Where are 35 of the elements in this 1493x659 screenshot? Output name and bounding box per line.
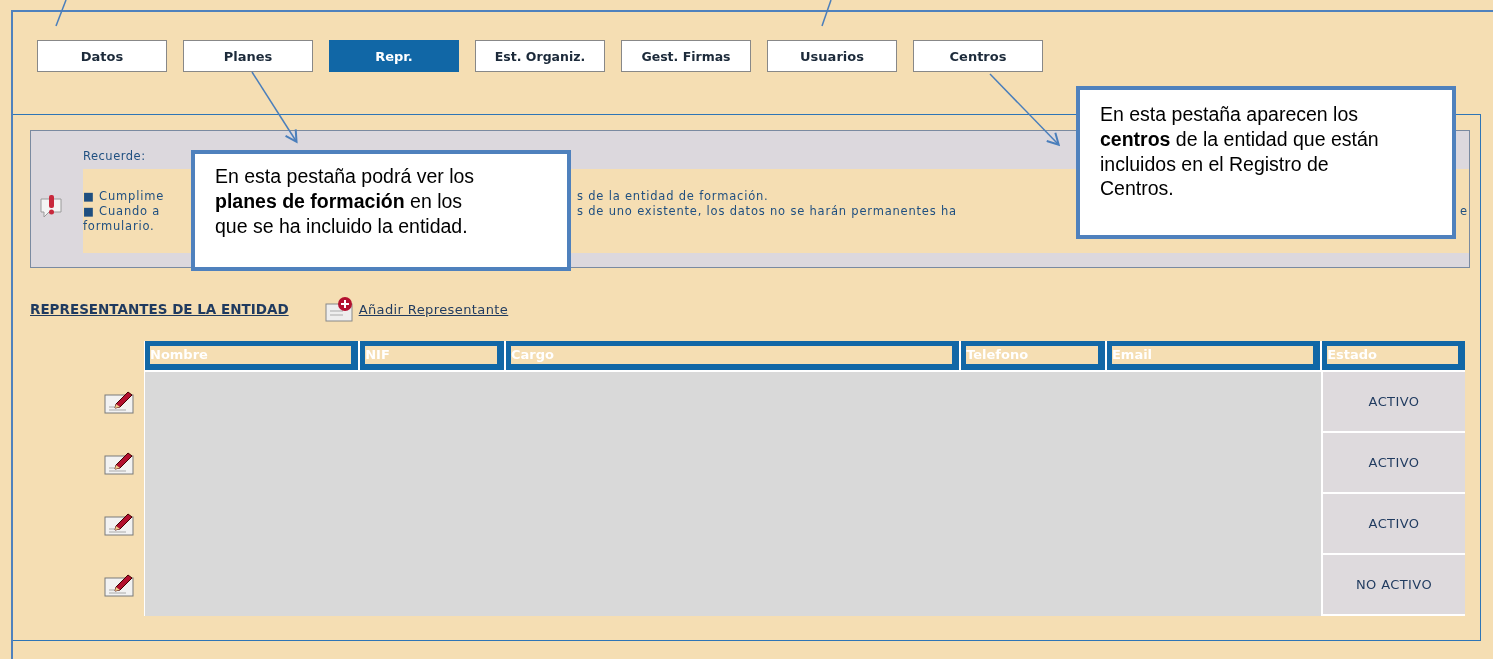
edit-pencil-icon[interactable] [104, 572, 134, 597]
warning-speech-icon [39, 194, 63, 220]
notice-title: Recuerde: [83, 149, 147, 163]
annotation-callout: En esta pestaña podrá ver los planes de formación en los que se ha incluido la entidad. [191, 150, 571, 271]
notice-text: s de la entidad de formación. [577, 189, 769, 203]
tab[interactable]: Datos [37, 40, 167, 72]
column-header: NIF [360, 341, 505, 370]
annotation-arrow [251, 71, 298, 143]
edit-pencil-icon[interactable] [104, 450, 134, 475]
tab[interactable]: Gest. Firmas [621, 40, 751, 72]
section-title: REPRESENTANTES DE LA ENTIDAD [30, 301, 289, 317]
notice-text: formulario. [83, 219, 155, 233]
add-document-icon [324, 296, 355, 322]
notice-text: e [1460, 204, 1468, 218]
column-header: Estado [1322, 341, 1465, 370]
edit-pencil-icon[interactable] [104, 511, 134, 536]
tab[interactable]: Repr. [329, 40, 459, 72]
column-header: Telefono [961, 341, 1105, 370]
status-cell: ACTIVO [1323, 494, 1465, 555]
add-representative-link[interactable]: Añadir Representante [358, 301, 509, 317]
tab[interactable]: Planes [183, 40, 313, 72]
edit-pencil-icon[interactable] [104, 389, 134, 414]
column-header: Cargo [506, 341, 960, 370]
status-cell: ACTIVO [1323, 433, 1465, 494]
status-cell: ACTIVO [1323, 372, 1465, 433]
notice-text: ■ Cumplime [83, 189, 164, 203]
column-header: Nombre [145, 341, 359, 370]
status-cell: NO ACTIVO [1323, 555, 1465, 616]
notice-text: ■ Cuando a [83, 204, 161, 218]
annotation-callout: En esta pestaña aparecen los centros de la entidad que están incluidos en el Registro de Centros. [1076, 86, 1456, 239]
tab[interactable]: Est. Organiz. [475, 40, 605, 72]
column-header: Email [1106, 341, 1321, 370]
tab[interactable]: Centros [913, 40, 1043, 72]
notice-text: s de uno existente, los datos no se harán permanentes ha [577, 204, 957, 218]
tab[interactable]: Usuarios [767, 40, 897, 72]
